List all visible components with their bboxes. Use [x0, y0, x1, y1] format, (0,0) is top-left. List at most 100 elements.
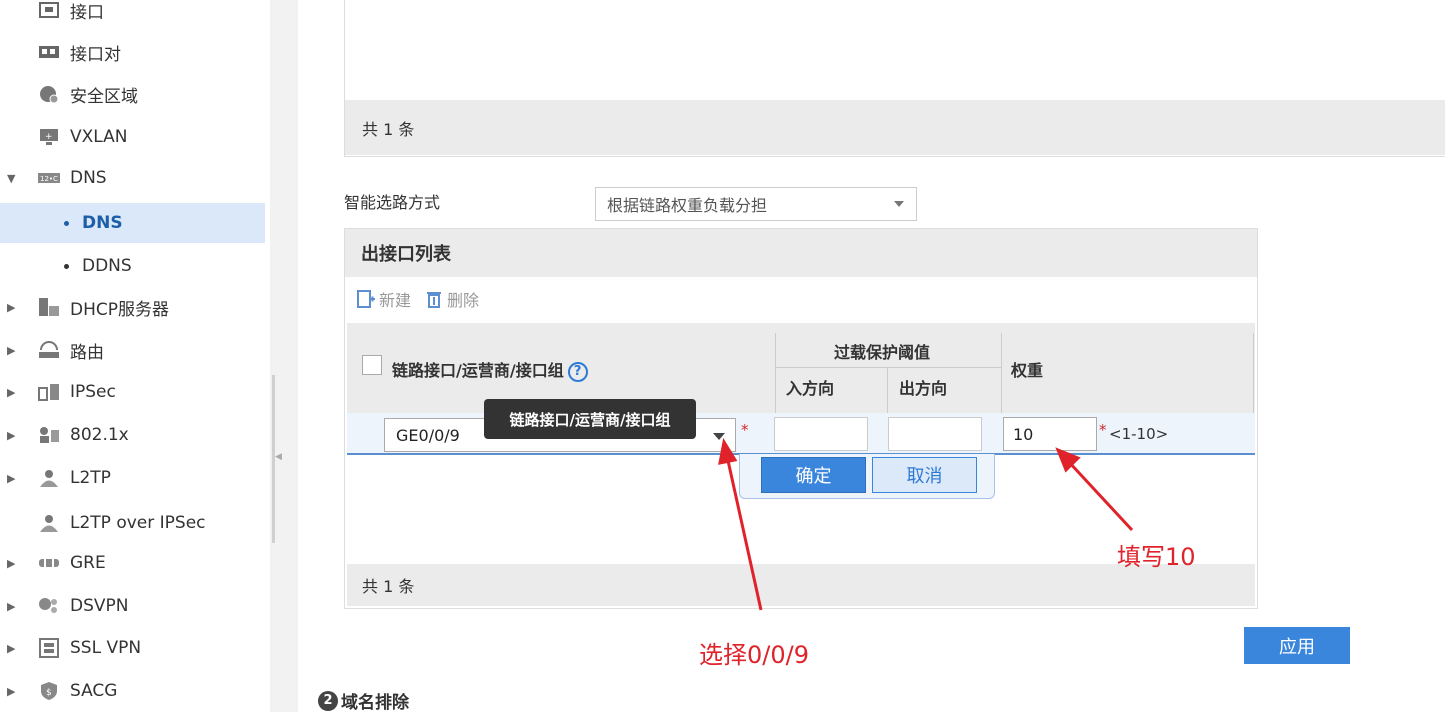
column-label: 链路接口/运营商/接口组 — [392, 361, 564, 380]
column-header-inbound: 入方向 — [786, 379, 835, 398]
divider — [887, 367, 888, 413]
column-header-overload: 过载保护阈值 — [834, 343, 931, 362]
sidebar-item-vxlan[interactable]: + VXLAN — [0, 117, 265, 157]
collapsed-caret-icon[interactable]: ▶ — [7, 600, 15, 613]
sidebar-item-label: VXLAN — [70, 127, 128, 147]
row-action-bar: 确定 取消 — [739, 454, 995, 499]
sidebar-item-label: L2TP over IPSec — [70, 513, 206, 533]
security-zone-icon — [38, 85, 60, 103]
apply-button[interactable]: 应用 — [1244, 627, 1350, 664]
sidebar-item-label: DHCP服务器 — [70, 299, 169, 320]
dns-icon: 12•C — [38, 169, 60, 187]
delete-button[interactable]: 删除 — [425, 287, 479, 311]
annotation-weight-note: 填写10 — [1117, 543, 1196, 571]
toolbar: 新建 删除 — [357, 287, 493, 311]
sidebar-item-label: GRE — [70, 553, 106, 573]
bullet-icon — [64, 264, 69, 269]
collapsed-caret-icon[interactable]: ▶ — [7, 429, 15, 442]
svg-text:12•C: 12•C — [40, 175, 58, 183]
weight-range-hint: <1-10> — [1109, 425, 1169, 443]
sidebar-item-label: DSVPN — [70, 596, 129, 616]
sidebar-subitem-ddns[interactable]: DDNS — [0, 246, 265, 286]
sidebar-item-l2tp-over-ipsec[interactable]: L2TP over IPSec — [0, 503, 265, 543]
top-table-panel: 共 1 条 — [344, 0, 1445, 157]
collapsed-caret-icon[interactable]: ▶ — [7, 685, 15, 698]
divider — [775, 367, 1001, 368]
sidebar-item-ssl-vpn[interactable]: ▶ SSL VPN — [0, 628, 265, 668]
dsvpn-icon — [38, 597, 60, 615]
sidebar-item-security-zone[interactable]: 安全区域 — [0, 74, 265, 114]
sidebar-item-ipsec[interactable]: ▶ IPSec — [0, 372, 265, 412]
sidebar-item-label: DNS — [70, 168, 107, 188]
section-header-domain-exclude: 2 域名排除 — [318, 688, 409, 712]
panel-title: 出接口列表 — [345, 229, 1257, 277]
divider — [775, 333, 776, 413]
sidebar-item-label: 安全区域 — [70, 86, 138, 107]
table-footer: 共 1 条 — [345, 100, 1445, 155]
l2tp-ipsec-icon — [38, 514, 60, 532]
l2tp-icon — [38, 469, 60, 487]
sidebar-item-sacg[interactable]: ▶ $ SACG — [0, 671, 265, 711]
collapsed-caret-icon[interactable]: ▶ — [7, 557, 15, 570]
cancel-button[interactable]: 取消 — [872, 457, 977, 493]
sidebar-item-gre[interactable]: ▶ GRE — [0, 543, 265, 583]
route-mode-value: 根据链路权重负载分担 — [607, 196, 768, 215]
divider — [1001, 333, 1002, 413]
router-icon — [38, 341, 60, 359]
weight-input[interactable]: 10 — [1003, 417, 1097, 451]
chevron-down-icon[interactable] — [713, 433, 725, 440]
collapsed-caret-icon[interactable]: ▶ — [7, 301, 15, 314]
weight-value: 10 — [1013, 424, 1034, 444]
bullet-icon — [64, 221, 69, 226]
svg-text:$: $ — [46, 688, 52, 698]
column-header-link: 链路接口/运营商/接口组? — [392, 357, 588, 382]
sidebar-item-label: 接口对 — [70, 44, 121, 65]
help-icon[interactable]: ? — [567, 361, 588, 382]
collapsed-caret-icon[interactable]: ▶ — [7, 386, 15, 399]
sidebar-subitem-dns[interactable]: DNS — [0, 203, 265, 243]
collapsed-caret-icon[interactable]: ▶ — [7, 344, 15, 357]
route-mode-select[interactable]: 根据链路权重负载分担 — [595, 187, 917, 221]
divider — [1253, 333, 1254, 413]
sidebar-item-routing[interactable]: ▶ 路由 — [0, 330, 265, 370]
interface-icon — [38, 1, 60, 19]
interface-value: GE0/0/9 — [396, 425, 460, 445]
collapsed-caret-icon[interactable]: ▶ — [7, 472, 15, 485]
vxlan-icon: + — [38, 128, 60, 146]
column-header-outbound: 出方向 — [899, 379, 948, 398]
table-header: 链路接口/运营商/接口组? 过载保护阈值 入方向 出方向 权重 — [347, 323, 1255, 413]
sidebar-item-l2tp[interactable]: ▶ L2TP — [0, 458, 265, 498]
sidebar-item-dsvpn[interactable]: ▶ DSVPN — [0, 586, 265, 626]
8021x-icon — [38, 426, 60, 444]
required-asterisk: * — [1099, 421, 1107, 439]
outbound-threshold-input[interactable] — [888, 417, 982, 451]
select-all-checkbox[interactable] — [362, 355, 382, 375]
step-number-badge: 2 — [318, 690, 338, 711]
sidebar-item-8021x[interactable]: ▶ 802.1x — [0, 415, 265, 455]
column-header-weight: 权重 — [1011, 361, 1044, 380]
confirm-button[interactable]: 确定 — [761, 457, 866, 493]
expanded-caret-icon[interactable]: ▼ — [7, 172, 15, 185]
delete-label: 删除 — [447, 291, 480, 310]
interface-pair-icon — [38, 43, 60, 61]
ipsec-icon — [38, 383, 60, 401]
sidebar-item-dhcp-server[interactable]: ▶ DHCP服务器 — [0, 287, 265, 327]
section-title: 域名排除 — [341, 693, 409, 712]
sidebar-item-interface[interactable]: 接口 — [0, 0, 265, 30]
new-button[interactable]: 新建 — [357, 287, 411, 311]
collapsed-caret-icon[interactable]: ▶ — [7, 642, 15, 655]
inbound-threshold-input[interactable] — [774, 417, 868, 451]
sidebar-item-label: 接口 — [70, 2, 104, 23]
sidebar-item-label: IPSec — [70, 382, 116, 402]
sidebar-item-label: 路由 — [70, 342, 104, 363]
svg-text:+: + — [45, 132, 53, 142]
sidebar-item-dns[interactable]: ▼ 12•C DNS — [0, 158, 265, 198]
tooltip: 链路接口/运营商/接口组 — [484, 399, 696, 439]
collapse-arrow-icon[interactable]: ◀ — [275, 452, 282, 462]
sidebar-splitter[interactable]: ◀ — [270, 0, 298, 712]
sidebar-item-label: L2TP — [70, 468, 111, 488]
ssl-vpn-icon — [38, 638, 60, 658]
sacg-icon: $ — [38, 682, 60, 700]
annotation-select-note: 选择0/0/9 — [699, 641, 809, 669]
sidebar-item-interface-pair[interactable]: 接口对 — [0, 32, 265, 72]
